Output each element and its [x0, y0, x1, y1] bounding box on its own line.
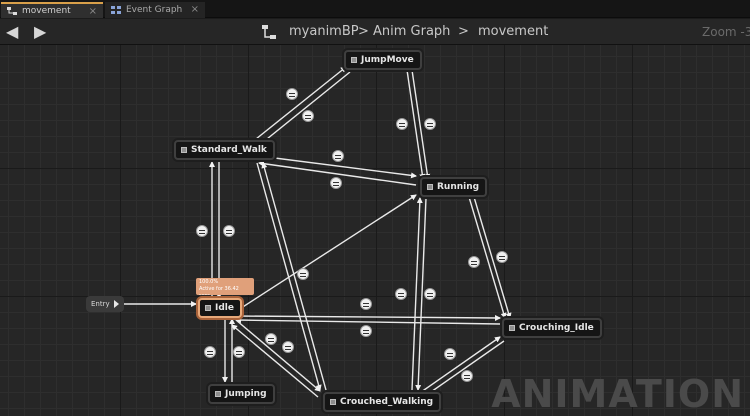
state-icon: [181, 147, 187, 153]
transition-rule-icon[interactable]: [302, 110, 314, 122]
transition-rule-icon[interactable]: [223, 225, 235, 237]
transition-wires: [118, 66, 512, 402]
arrow-left-icon[interactable]: ◀: [6, 22, 18, 42]
state-node-jumpmove[interactable]: JumpMove: [344, 50, 422, 70]
transition-wire: [255, 66, 347, 140]
transition-rule-icon[interactable]: [282, 341, 294, 353]
transition-rule-icon[interactable]: [396, 118, 408, 130]
transition-rule-icon[interactable]: [424, 118, 436, 130]
document-tab-bar: movement × Event Graph ×: [0, 0, 750, 18]
transition-wire: [235, 317, 501, 325]
state-label: Jumping: [225, 389, 267, 399]
state-machine-icon: [262, 25, 276, 39]
state-node-crouching-idle[interactable]: Crouching_Idle: [502, 318, 602, 338]
transition-rule-icon[interactable]: [496, 251, 508, 263]
state-label: JumpMove: [361, 55, 414, 65]
state-node-crouched-walking[interactable]: Crouched_Walking: [323, 392, 442, 412]
tab-label: Event Graph: [126, 5, 183, 15]
state-label: Standard_Walk: [191, 145, 267, 155]
state-node-running[interactable]: Running: [420, 177, 488, 197]
breadcrumb-state-machine[interactable]: movement: [478, 24, 548, 40]
state-icon: [215, 391, 221, 397]
tab-movement[interactable]: movement ×: [1, 2, 103, 18]
transition-wire: [413, 336, 501, 398]
transition-rule-icon[interactable]: [297, 268, 309, 280]
transition-wire: [235, 314, 501, 321]
event-graph-icon: [111, 6, 121, 14]
breadcrumb-anim-graph[interactable]: Anim Graph: [373, 24, 450, 40]
state-icon: [330, 399, 336, 405]
state-machine-icon: [7, 7, 17, 15]
transition-rule-icon[interactable]: [444, 348, 456, 360]
transition-wire: [256, 162, 322, 391]
transition-wire: [261, 162, 327, 391]
transition-rule-icon[interactable]: [204, 346, 216, 358]
state-label: Crouching_Idle: [519, 323, 594, 333]
active-state-badge: 100.0% Active for 36.42 secs: [196, 278, 254, 295]
state-icon: [205, 305, 211, 311]
badge-active-time: Active for 36.42 secs: [199, 286, 239, 295]
transition-rule-icon[interactable]: [424, 288, 436, 300]
entry-label: Entry: [91, 300, 110, 308]
transition-rule-icon[interactable]: [265, 333, 277, 345]
tab-label: movement: [22, 6, 71, 16]
transition-rule-icon[interactable]: [360, 325, 372, 337]
breadcrumb-separator: >: [358, 24, 369, 39]
graph-canvas[interactable]: ANIMATION Entry JumpMove Standard_Walk R…: [0, 45, 750, 416]
badge-weight: 100.0%: [199, 279, 219, 285]
transition-rule-icon[interactable]: [360, 298, 372, 310]
anim-graph-editor: movement × Event Graph × ◀ ▶ myanimBP > …: [0, 0, 750, 416]
state-label: Idle: [215, 303, 234, 313]
output-pin-icon[interactable]: [113, 300, 119, 308]
transition-rule-icon[interactable]: [332, 150, 344, 162]
state-label: Crouched_Walking: [340, 397, 434, 407]
arrow-right-icon[interactable]: ▶: [34, 22, 46, 42]
transition-rule-icon[interactable]: [395, 288, 407, 300]
transition-rule-icon[interactable]: [286, 88, 298, 100]
tab-event-graph[interactable]: Event Graph ×: [105, 2, 205, 18]
transition-rule-icon[interactable]: [330, 177, 342, 189]
entry-node[interactable]: Entry: [86, 296, 124, 312]
transition-rule-icon[interactable]: [233, 346, 245, 358]
transition-rule-icon[interactable]: [468, 256, 480, 268]
transition-wire: [234, 194, 417, 313]
state-label: Running: [437, 182, 480, 192]
state-icon: [509, 325, 515, 331]
close-tab-icon[interactable]: ×: [89, 6, 97, 17]
zoom-level-label: Zoom -3: [702, 25, 750, 39]
breadcrumb-bar: ◀ ▶ myanimBP > Anim Graph > movement Zoo…: [0, 19, 750, 45]
close-tab-icon[interactable]: ×: [191, 4, 199, 15]
state-icon: [351, 57, 357, 63]
transition-rule-icon[interactable]: [461, 370, 473, 382]
state-node-idle[interactable]: Idle: [198, 298, 242, 318]
state-node-standard-walk[interactable]: Standard_Walk: [174, 140, 275, 160]
breadcrumb-separator: >: [458, 24, 469, 39]
transition-wire: [261, 71, 351, 144]
state-icon: [427, 184, 433, 190]
breadcrumb-blueprint[interactable]: myanimBP: [289, 24, 359, 40]
state-node-jumping[interactable]: Jumping: [208, 384, 275, 404]
transition-rule-icon[interactable]: [196, 225, 208, 237]
transition-wire: [235, 319, 321, 392]
